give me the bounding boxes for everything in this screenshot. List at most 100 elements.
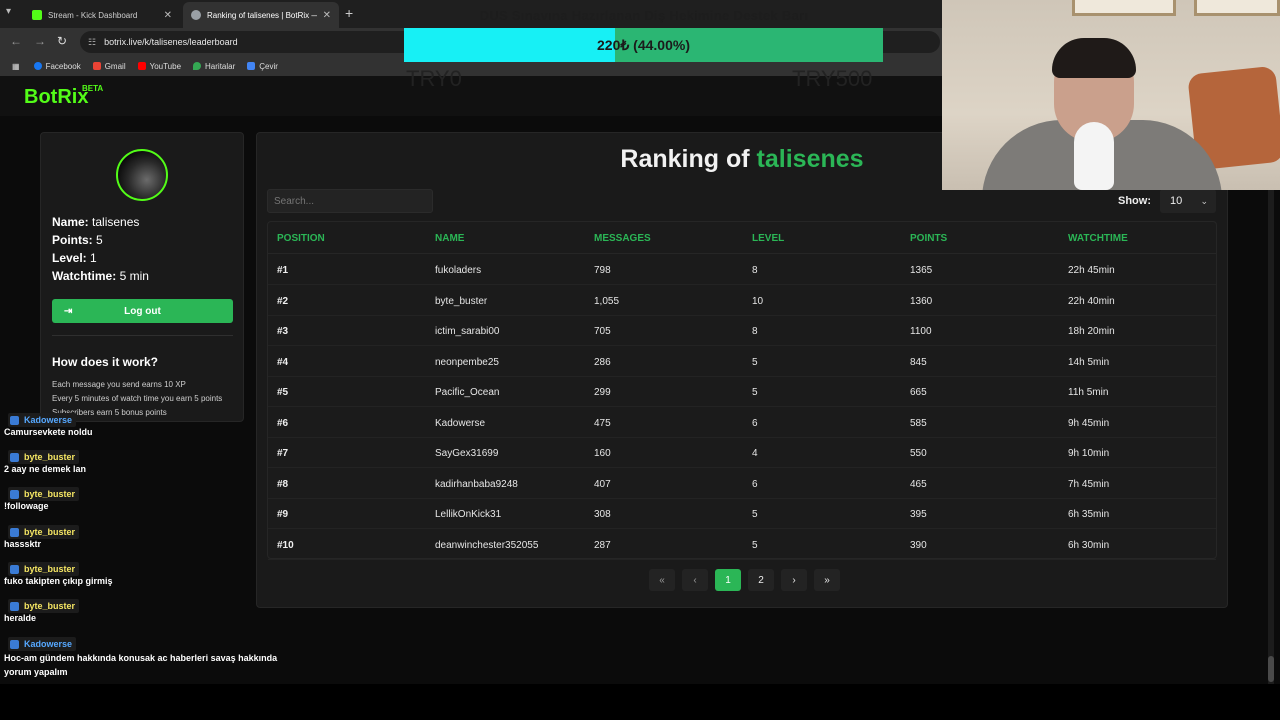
- cell-points: 465: [910, 478, 927, 490]
- chat-message: Camursevkete noldu: [4, 427, 93, 437]
- search-input[interactable]: [267, 189, 433, 213]
- bookmark-facebook[interactable]: Facebook: [33, 62, 81, 71]
- site-info-icon[interactable]: ☷: [88, 37, 96, 48]
- column-header-name[interactable]: NAME: [435, 233, 464, 244]
- bookmark-translate[interactable]: Çevir: [247, 62, 278, 71]
- beta-badge: BETA: [82, 84, 104, 93]
- last-page-button[interactable]: »: [814, 569, 840, 591]
- logout-icon: ⇥: [64, 305, 73, 317]
- chat-message: !followage: [4, 501, 49, 511]
- cell-watchtime: 11h 5min: [1068, 387, 1109, 398]
- facebook-icon: [33, 62, 42, 70]
- chat-username: Kadowerse: [8, 637, 77, 651]
- table-row: #3 ictim_sarabi00 705 8 1100 18h 20min: [268, 316, 1216, 346]
- new-tab-icon[interactable]: +: [345, 5, 353, 21]
- next-page-button[interactable]: ›: [781, 569, 807, 591]
- show-label: Show:: [1118, 195, 1151, 207]
- close-icon[interactable]: ✕: [323, 10, 331, 21]
- cell-name: SayGex31699: [435, 448, 499, 459]
- cell-watchtime: 22h 45min: [1068, 265, 1115, 276]
- profile-points: Points: 5: [52, 233, 103, 247]
- donation-progress-text: 220₺ (44.00%): [597, 37, 690, 53]
- cell-name: kadirhanbaba9248: [435, 478, 518, 490]
- pagination: « ‹ 1 2 › »: [649, 569, 847, 591]
- table-row: #5 Pacific_Ocean 299 5 665 11h 5min: [268, 377, 1216, 407]
- chat-username-text: byte_buster: [24, 452, 76, 462]
- apps-icon[interactable]: ▦: [12, 62, 20, 71]
- cell-level: 6: [752, 478, 758, 490]
- close-icon[interactable]: ✕: [164, 10, 172, 21]
- kick-badge-icon: [10, 452, 19, 462]
- page-button-1[interactable]: 1: [715, 569, 741, 591]
- cell-position: #9: [277, 509, 289, 520]
- previous-page-button[interactable]: ‹: [682, 569, 708, 591]
- cell-level: 5: [752, 539, 758, 551]
- profile-level: Level: 1: [52, 251, 97, 265]
- forward-icon[interactable]: →: [34, 34, 46, 48]
- kick-badge-icon: [10, 601, 19, 611]
- cell-messages: 475: [594, 417, 611, 429]
- tab-kick-dashboard[interactable]: Stream - Kick Dashboard ✕: [24, 2, 180, 28]
- divider: [52, 335, 233, 336]
- botrix-logo[interactable]: BotRix: [24, 86, 88, 109]
- tab-botrix-ranking[interactable]: Ranking of talisenes | BotRix — ✕: [183, 2, 339, 28]
- cell-position: #7: [277, 448, 289, 459]
- youtube-icon: [137, 62, 146, 70]
- cell-points: 845: [910, 356, 927, 368]
- cell-messages: 308: [594, 509, 611, 520]
- column-header-position[interactable]: POSITION: [277, 233, 325, 244]
- chat-username-text: byte_buster: [24, 564, 76, 574]
- cell-level: 8: [752, 326, 758, 337]
- reload-icon[interactable]: ↻: [57, 34, 67, 48]
- chat-username-text: byte_buster: [24, 601, 76, 611]
- cell-name: Kadowerse: [435, 417, 486, 429]
- scrollbar-thumb[interactable]: [1268, 656, 1274, 682]
- chat-username: Kadowerse: [8, 413, 77, 427]
- tab-search-icon[interactable]: ▾: [6, 6, 11, 17]
- chat-username-text: Kadowerse: [24, 415, 73, 425]
- cell-watchtime: 9h 10min: [1068, 448, 1110, 459]
- cell-messages: 705: [594, 326, 611, 337]
- column-header-messages[interactable]: MESSAGES: [594, 233, 651, 244]
- kick-badge-icon: [10, 564, 19, 574]
- webcam-overlay: [942, 0, 1280, 190]
- column-header-points[interactable]: POINTS: [910, 233, 947, 244]
- cell-name: Pacific_Ocean: [435, 387, 500, 398]
- leaderboard-table: POSITION NAME MESSAGES LEVEL POINTS WATC…: [267, 221, 1217, 560]
- logout-button[interactable]: ⇥ Log out: [52, 299, 233, 323]
- bookmark-youtube[interactable]: YouTube: [137, 62, 181, 71]
- cell-position: #10: [277, 539, 294, 551]
- page-button-2[interactable]: 2: [748, 569, 774, 591]
- chevron-down-icon: ⌄: [1200, 195, 1208, 206]
- column-header-watchtime[interactable]: WATCHTIME: [1068, 233, 1128, 244]
- column-header-level[interactable]: LEVEL: [752, 233, 784, 244]
- cell-watchtime: 9h 45min: [1068, 417, 1110, 429]
- streamer-hair: [1052, 38, 1136, 78]
- profile-card: Name: talisenes Points: 5 Level: 1 Watch…: [40, 132, 244, 422]
- cell-messages: 299: [594, 387, 611, 398]
- maps-icon: [193, 62, 202, 70]
- back-icon[interactable]: ←: [10, 34, 22, 48]
- cell-watchtime: 6h 30min: [1068, 539, 1110, 551]
- cell-name: fukoladers: [435, 265, 482, 276]
- page-size-select[interactable]: 10 ⌄: [1160, 189, 1216, 213]
- tab-title: Ranking of talisenes | BotRix —: [207, 10, 317, 20]
- cell-name: deanwinchester352055: [435, 539, 539, 551]
- cell-level: 8: [752, 265, 758, 276]
- chat-username: byte_buster: [8, 599, 80, 613]
- cell-position: #3: [277, 326, 289, 337]
- cell-points: 585: [910, 417, 927, 429]
- bookmark-gmail[interactable]: Gmail: [92, 62, 126, 71]
- first-page-button[interactable]: «: [649, 569, 675, 591]
- cell-name: LellikOnKick31: [435, 509, 502, 520]
- donation-progress-bar: 220₺ (44.00%): [404, 28, 883, 62]
- chat-message: Hoc-am gündem hakkında konusak ac haberl…: [4, 653, 278, 677]
- cell-points: 665: [910, 387, 927, 398]
- bookmark-maps[interactable]: Haritalar: [193, 62, 235, 71]
- scrollbar-track[interactable]: [1268, 190, 1274, 684]
- kick-badge-icon: [10, 489, 19, 499]
- chat-username: byte_buster: [8, 450, 80, 464]
- donation-min-label: TRY0: [406, 66, 462, 91]
- cell-points: 1100: [910, 326, 932, 337]
- kick-favicon-icon: [32, 10, 42, 20]
